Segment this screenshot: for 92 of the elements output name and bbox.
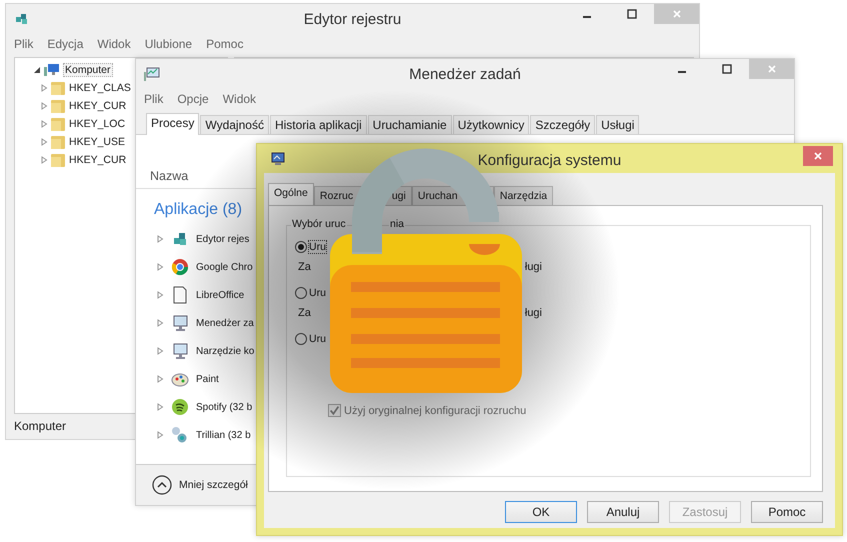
- minimize-icon: [582, 16, 590, 18]
- tab[interactable]: Wydajność: [200, 115, 269, 134]
- expand-arrow-icon[interactable]: [156, 319, 164, 327]
- maximize-icon: [722, 64, 732, 74]
- tab[interactable]: Historia aplikacji: [270, 115, 367, 134]
- folder-icon: [50, 98, 66, 114]
- menu-item[interactable]: Opcje: [177, 92, 209, 106]
- status-bar-text: Komputer: [14, 419, 66, 433]
- folder-icon: [50, 116, 66, 132]
- expand-arrow-icon[interactable]: [156, 263, 164, 271]
- document-icon: [171, 286, 189, 304]
- computer-icon: [44, 62, 60, 78]
- close-button[interactable]: [803, 146, 833, 166]
- tree-toggle-icon[interactable]: [33, 66, 41, 74]
- folder-icon: [50, 152, 66, 168]
- window-title: Menedżer zadań: [408, 66, 522, 83]
- collapse-icon[interactable]: [152, 475, 172, 495]
- tab[interactable]: Użytkownicy: [452, 115, 530, 134]
- tree-item[interactable]: HKEY_USE: [68, 136, 126, 148]
- expand-arrow-icon[interactable]: [156, 291, 164, 299]
- tab[interactable]: Ogólne: [268, 183, 314, 206]
- option-description: ługi: [524, 261, 542, 273]
- expand-arrow-icon[interactable]: [156, 403, 164, 411]
- tab[interactable]: Usługi: [596, 115, 640, 134]
- circle-icon: [171, 398, 189, 416]
- radio-label[interactable]: Uru: [309, 333, 326, 345]
- tree-item[interactable]: HKEY_CLAS: [68, 82, 132, 94]
- app-name[interactable]: Trillian (32 b: [196, 430, 251, 440]
- radio-label[interactable]: Uru: [309, 241, 326, 253]
- app-name[interactable]: Narzędzie ko: [196, 346, 254, 356]
- app-name[interactable]: Spotify (32 b: [196, 402, 252, 412]
- tab[interactable]: Procesy: [146, 113, 200, 135]
- tree-toggle-icon[interactable]: [40, 84, 48, 92]
- menu-item[interactable]: Edycja: [47, 37, 84, 51]
- menu-item[interactable]: Widok: [222, 92, 256, 106]
- tree-toggle-icon[interactable]: [40, 102, 48, 110]
- dialog-button[interactable]: Pomoc: [751, 501, 823, 523]
- radio-button[interactable]: [295, 333, 307, 345]
- menu-item[interactable]: Plik: [14, 37, 34, 51]
- menu-item[interactable]: Pomoc: [206, 37, 244, 51]
- menu-item[interactable]: Ulubione: [144, 37, 192, 51]
- window-title: Konfiguracja systemu: [476, 152, 622, 169]
- tree-item[interactable]: HKEY_LOC: [68, 118, 126, 130]
- option-description: ługi: [524, 307, 542, 319]
- app-name[interactable]: Menedżer za: [196, 318, 254, 328]
- tree-item[interactable]: HKEY_CUR: [68, 154, 128, 166]
- tree-toggle-icon[interactable]: [40, 156, 48, 164]
- group-title: nia: [388, 218, 405, 230]
- expand-arrow-icon[interactable]: [156, 235, 164, 243]
- tree-item[interactable]: Komputer: [63, 63, 113, 77]
- tab[interactable]: Uruchamianie: [368, 115, 452, 134]
- radio-button[interactable]: [295, 241, 307, 253]
- folder-icon: [50, 80, 66, 96]
- close-icon: [813, 151, 823, 161]
- minimize-icon: [678, 71, 686, 73]
- monitor-icon: [144, 66, 160, 82]
- close-icon: [672, 9, 682, 19]
- cubes-icon: [171, 230, 189, 248]
- maximize-icon: [626, 9, 636, 19]
- menu-item[interactable]: Widok: [97, 37, 131, 51]
- folder-icon: [50, 134, 66, 150]
- dialog-button[interactable]: Anuluj: [587, 501, 659, 523]
- fewer-details-link[interactable]: Mniej szczegół: [179, 479, 248, 491]
- circle-icon: [171, 258, 189, 276]
- tree-toggle-icon[interactable]: [40, 120, 48, 128]
- tree-toggle-icon[interactable]: [40, 138, 48, 146]
- expand-arrow-icon[interactable]: [156, 375, 164, 383]
- column-header[interactable]: Nazwa: [150, 169, 188, 183]
- tree-item[interactable]: HKEY_CUR: [68, 100, 128, 112]
- radio-label[interactable]: Uru: [309, 287, 326, 299]
- group-header: Aplikacje (8): [153, 200, 242, 220]
- expand-arrow-icon[interactable]: [156, 347, 164, 355]
- dialog-button[interactable]: OK: [505, 501, 577, 523]
- cubes-icon: [14, 11, 30, 27]
- monitor-icon: [171, 314, 189, 332]
- app-name[interactable]: Paint: [196, 374, 219, 384]
- app-name[interactable]: LibreOffice: [196, 290, 244, 300]
- monitor-icon: [270, 150, 286, 166]
- window-title: Edytor rejestru: [302, 11, 402, 28]
- tab[interactable]: Szczegóły: [530, 115, 596, 134]
- expand-arrow-icon[interactable]: [156, 431, 164, 439]
- close-icon: [766, 64, 776, 74]
- bubbles-icon: [171, 426, 189, 444]
- tab[interactable]: Narzędzia: [494, 186, 554, 205]
- group-title: Wybór uruc: [291, 218, 347, 230]
- option-description: Za: [298, 307, 311, 319]
- app-name[interactable]: Google Chro: [196, 262, 253, 272]
- menu-item[interactable]: Plik: [144, 92, 164, 106]
- app-name[interactable]: Edytor rejes: [196, 234, 250, 244]
- option-description: Za: [298, 261, 311, 273]
- radio-button[interactable]: [295, 287, 307, 299]
- monitor-icon: [171, 342, 189, 360]
